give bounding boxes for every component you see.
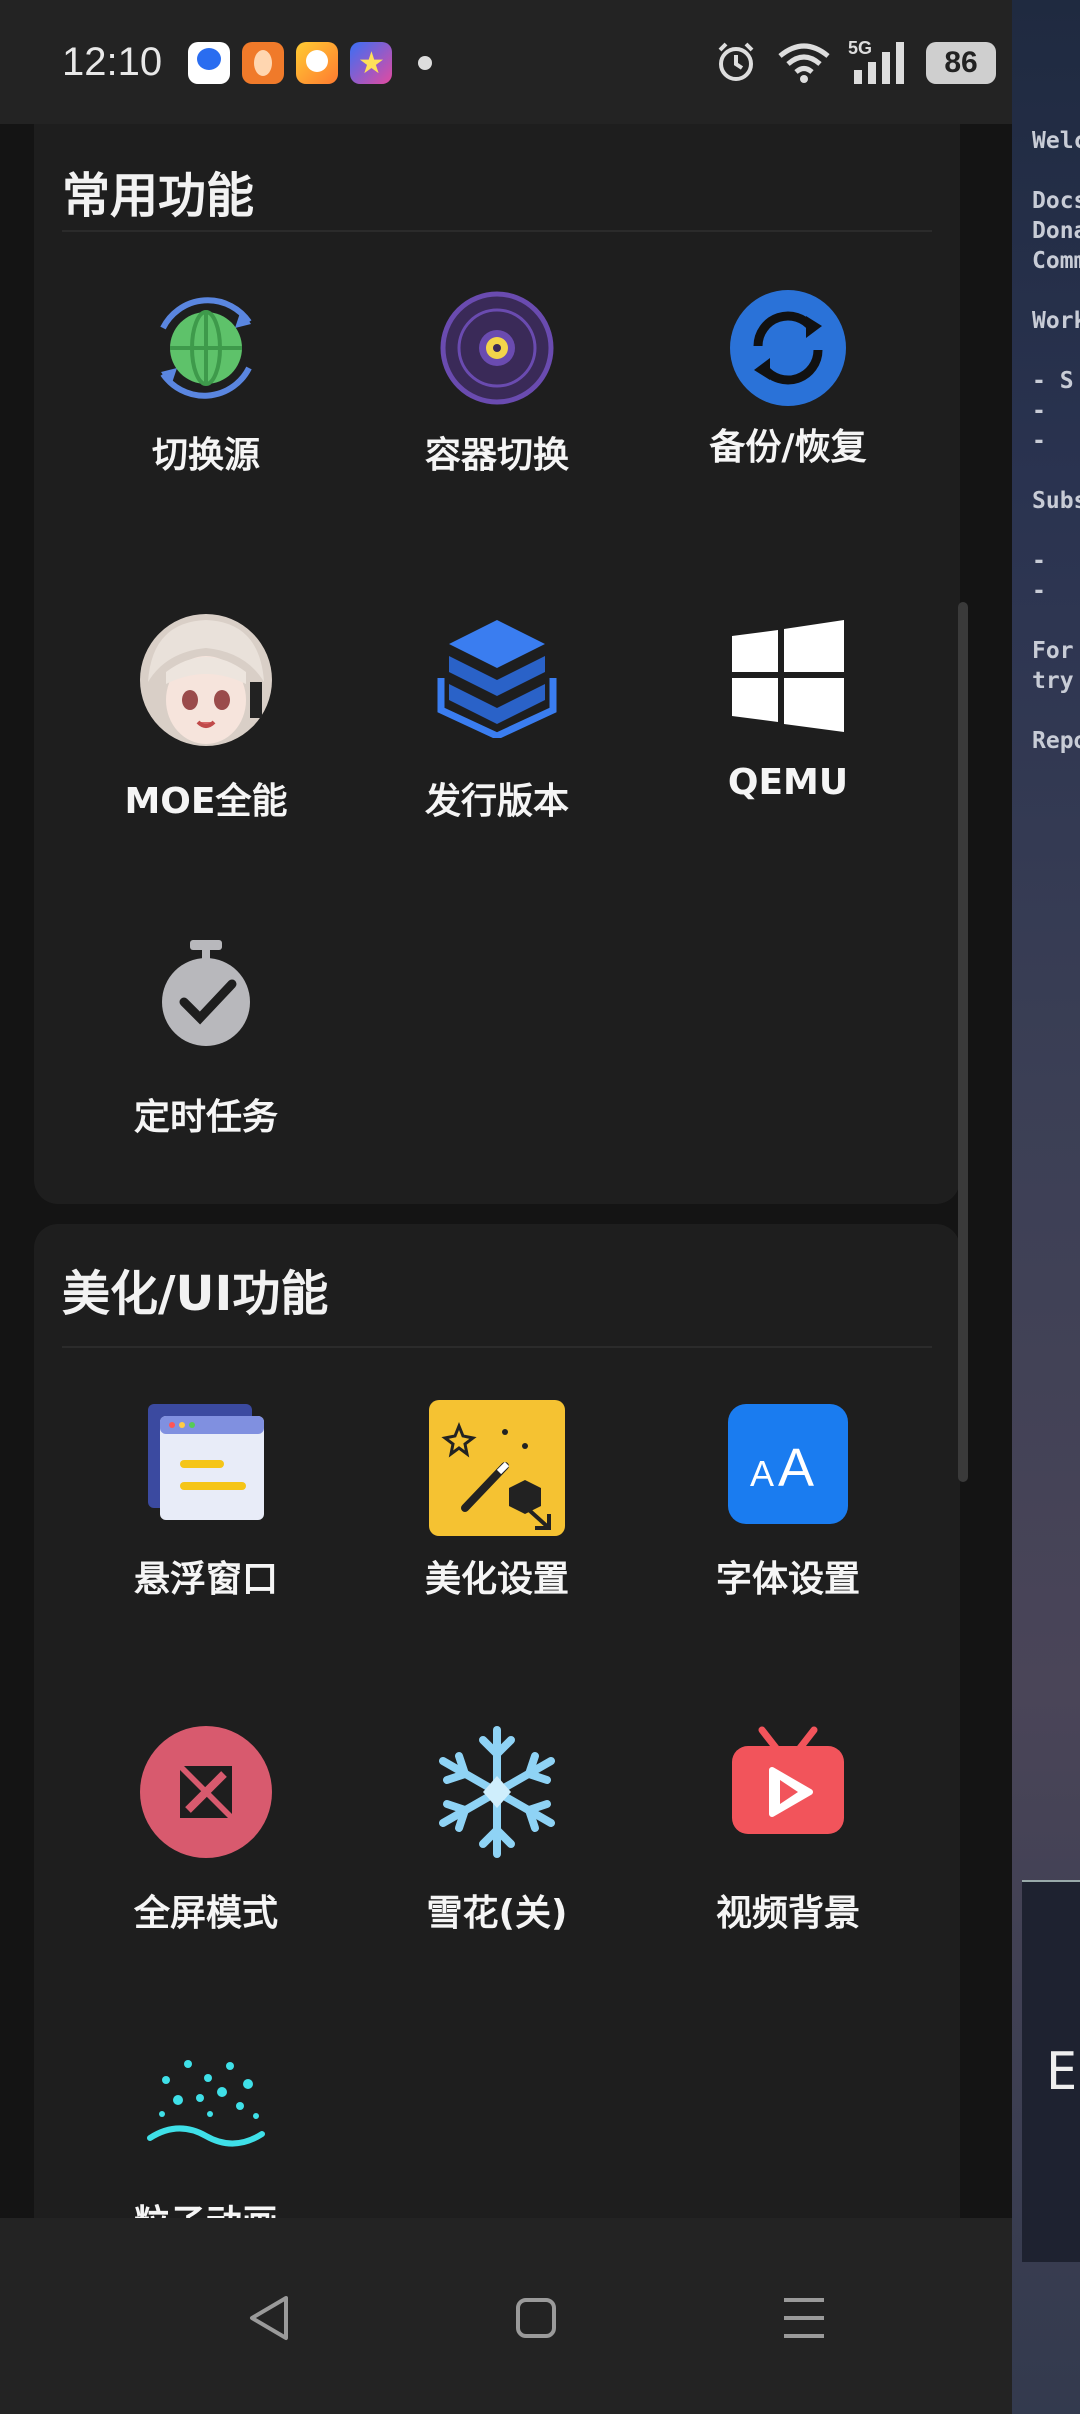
status-bar: 12:10 ★ 5G 86: [0, 0, 1012, 124]
app-notification-icon: [242, 42, 284, 84]
terminal-line: -: [1032, 578, 1046, 604]
terminal-line: Dona: [1032, 218, 1080, 244]
item-label: 切换源: [151, 435, 260, 476]
stopwatch-check-icon: [162, 940, 250, 1046]
anime-avatar-icon: [140, 614, 272, 746]
item-label: 悬浮窗口: [133, 1559, 278, 1600]
app-notification-icon: [296, 42, 338, 84]
item-moe-all[interactable]: MOE全能: [56, 612, 356, 862]
item-theme-settings[interactable]: 美化设置: [347, 1400, 647, 1650]
scrollbar[interactable]: [958, 602, 968, 1482]
navigation-bar: [0, 2218, 1012, 2414]
divider: [62, 230, 932, 232]
terminal-line: Work: [1032, 308, 1080, 334]
terminal-line: Comm: [1032, 248, 1080, 274]
more-notifications-dot: [418, 56, 432, 70]
background-terminal: Welc Docs Dona Comm Work - S - - Subs - …: [1012, 0, 1080, 2414]
item-floating-window[interactable]: 悬浮窗口: [56, 1400, 356, 1650]
terminal-line: Repo: [1032, 728, 1080, 754]
terminal-line: -: [1032, 548, 1046, 574]
item-label: 发行版本: [424, 781, 569, 822]
recents-button[interactable]: [764, 2278, 844, 2358]
terminal-line: Welc: [1032, 128, 1080, 154]
section-title-ui: 美化/UI功能: [62, 1266, 329, 1322]
disc-icon: [440, 291, 554, 405]
svg-text:A: A: [750, 1453, 774, 1494]
item-particle-animation[interactable]: 粒子动画: [56, 2044, 356, 2218]
terminal-line: Subs: [1032, 488, 1080, 514]
item-label: 美化设置: [424, 1559, 569, 1600]
item-label: 容器切换: [424, 435, 569, 476]
item-scheduled-task[interactable]: 定时任务: [56, 936, 356, 1186]
font-icon: A A: [728, 1404, 848, 1524]
svg-text:A: A: [778, 1438, 814, 1498]
wifi-icon: [778, 43, 830, 83]
function-drawer[interactable]: 常用功能 切换源 容器切换 备份/恢复 MOE全能 发行版本 QEMU 定时任务…: [0, 124, 1012, 2218]
item-label: 备份/恢复: [709, 427, 867, 468]
magic-wand-icon: [429, 1400, 565, 1536]
snowflake-icon: [439, 1726, 555, 1858]
signal-icon: [854, 42, 904, 84]
globe-sync-icon: [160, 297, 252, 399]
terminal-line: -: [1032, 428, 1046, 454]
stack-icon: [437, 620, 557, 738]
status-time: 12:10: [62, 40, 163, 84]
terminal-line: Docs: [1032, 188, 1080, 214]
item-label: 雪花(关): [426, 1893, 568, 1934]
item-qemu[interactable]: QEMU: [638, 612, 938, 862]
terminal-card-text: ES: [1046, 2042, 1080, 2102]
app-notification-icon: ★: [350, 42, 392, 84]
app-notification-icon: [188, 42, 230, 84]
item-label: QEMU: [727, 762, 849, 803]
item-backup-restore[interactable]: 备份/恢复: [638, 288, 938, 538]
back-button[interactable]: [230, 2278, 310, 2358]
ui-functions-card: 美化/UI功能 悬浮窗口 美化设置 A A 字体设置 全屏模式 雪花(关) 视频…: [34, 1224, 960, 2218]
terminal-card: ES: [1022, 1880, 1080, 2262]
alarm-icon: [718, 42, 754, 81]
terminal-line: - S: [1032, 368, 1074, 394]
terminal-line: -: [1032, 398, 1046, 424]
floating-window-icon: [148, 1404, 264, 1520]
home-button[interactable]: [496, 2278, 576, 2358]
item-video-background[interactable]: 视频背景: [638, 1724, 938, 1974]
item-label: 粒子动画: [56, 2194, 356, 2218]
terminal-line: For: [1032, 638, 1074, 664]
item-label: 视频背景: [715, 1893, 860, 1934]
terminal-line: try: [1032, 668, 1074, 694]
item-distro-version[interactable]: 发行版本: [347, 612, 647, 862]
item-container-switch[interactable]: 容器切换: [347, 288, 647, 538]
item-label: 全屏模式: [133, 1893, 278, 1934]
item-snowflake[interactable]: 雪花(关): [347, 1724, 647, 1974]
item-label: 字体设置: [715, 1559, 860, 1600]
item-fullscreen-mode[interactable]: 全屏模式: [56, 1724, 356, 1974]
item-label: MOE全能: [124, 781, 288, 822]
section-title-common: 常用功能: [62, 168, 255, 224]
item-font-settings[interactable]: A A 字体设置: [638, 1400, 938, 1650]
item-switch-source[interactable]: 切换源: [56, 288, 356, 538]
item-label: 定时任务: [133, 1097, 278, 1138]
video-play-icon: [732, 1726, 844, 1834]
common-functions-card: 常用功能 切换源 容器切换 备份/恢复 MOE全能 发行版本 QEMU 定时任务: [34, 124, 960, 1204]
divider: [62, 1346, 932, 1348]
fullscreen-icon: [140, 1726, 272, 1858]
particles-icon: [147, 2060, 265, 2147]
windows-icon: [732, 620, 844, 732]
battery-level: 86: [926, 42, 996, 84]
sync-icon: [730, 290, 846, 406]
